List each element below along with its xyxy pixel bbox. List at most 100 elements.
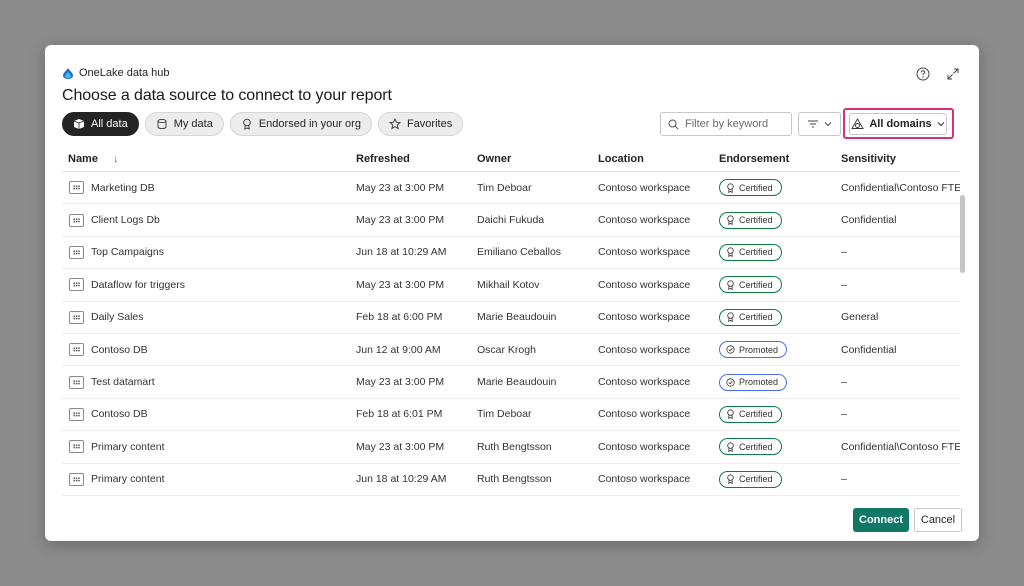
cell-location: Contoso workspace <box>598 408 691 421</box>
cell-endorsement: Certified <box>719 243 841 261</box>
endorsement-badge: Certified <box>719 179 782 197</box>
onelake-logo-icon <box>63 67 73 79</box>
cell-owner: Oscar Krogh <box>477 343 536 356</box>
cell-sensitivity: Confidential\Contoso FTE <box>841 181 960 194</box>
sort-down-icon[interactable]: ↓ <box>113 153 119 165</box>
cell-sensitivity: Confidential <box>841 214 897 227</box>
endorsement-badge: Certified <box>719 211 782 229</box>
table-row[interactable]: Contoso DB Jun 12 at 9:00 AM Oscar Krogh Co… <box>62 334 960 367</box>
table-row[interactable]: Contoso DB Feb 18 at 6:01 PM Tim Deboar Con… <box>62 399 960 432</box>
endorsement-badge: Promoted <box>719 373 788 391</box>
cell-refreshed: Feb 18 at 6:00 PM <box>356 311 443 324</box>
filter-pills: All data My data Endorsed in your org Fa… <box>62 112 464 136</box>
cell-sensitivity: – <box>841 376 847 389</box>
cell-location: Contoso workspace <box>598 440 691 453</box>
pill-my-data[interactable]: My data <box>144 112 224 136</box>
search-icon <box>668 119 679 129</box>
connect-button[interactable]: Connect <box>853 508 909 532</box>
cell-location: Contoso workspace <box>598 181 691 194</box>
cell-owner: Ruth Bengtsson <box>477 440 552 453</box>
domains-label: All domains <box>869 118 932 130</box>
table-row[interactable]: Top Campaigns Jun 18 at 10:29 AM Emiliano … <box>62 237 960 270</box>
item-name: Dataflow for triggers <box>91 278 185 291</box>
pill-label: Favorites <box>406 118 453 130</box>
table-row[interactable]: Dataflow for triggers May 23 at 3:00 PM Mi… <box>62 269 960 302</box>
pill-label: My data <box>173 118 213 130</box>
item-name: Daily Sales <box>91 311 144 324</box>
promoted-icon <box>726 377 735 387</box>
cell-owner: Mikhail Kotov <box>477 278 540 291</box>
help-icon[interactable] <box>915 66 931 82</box>
cell-refreshed: May 23 at 3:00 PM <box>356 214 445 227</box>
table-row[interactable]: Primary content Jun 18 at 10:29 AM Ruth Be… <box>62 464 960 496</box>
table-row[interactable]: Marketing DB May 23 at 3:00 PM Tim Deboar C… <box>62 172 960 205</box>
cell-endorsement: Certified <box>719 211 841 229</box>
cell-owner: Daichi Fukuda <box>477 214 545 227</box>
item-name: Contoso DB <box>91 408 148 421</box>
cell-refreshed: Feb 18 at 6:01 PM <box>356 408 443 421</box>
cell-name: Test datamart <box>62 375 356 389</box>
table-row[interactable]: Test datamart May 23 at 3:00 PM Marie Beau… <box>62 366 960 399</box>
table-row[interactable]: Daily Sales Feb 18 at 6:00 PM Marie Beaudo… <box>62 302 960 334</box>
cell-refreshed: Jun 18 at 10:29 AM <box>356 246 447 259</box>
semantic-model-icon <box>69 181 84 195</box>
filter-icon <box>808 120 818 128</box>
cell-endorsement: Certified <box>719 438 841 456</box>
cell-location: Contoso workspace <box>598 214 691 227</box>
column-header-endorsement[interactable]: Endorsement <box>719 153 841 165</box>
cell-name: Contoso DB <box>62 343 356 357</box>
hub-header: OneLake data hub <box>63 67 170 79</box>
column-header-refreshed[interactable]: Refreshed <box>356 153 477 165</box>
semantic-model-icon <box>69 440 84 454</box>
item-name: Contoso DB <box>91 343 148 356</box>
cancel-button[interactable]: Cancel <box>914 508 962 532</box>
expand-icon[interactable] <box>945 66 961 82</box>
all-domains-dropdown[interactable]: All domains <box>849 113 947 135</box>
all-data-icon <box>73 119 85 129</box>
pill-endorsed[interactable]: Endorsed in your org <box>229 112 372 136</box>
certified-icon <box>727 409 734 420</box>
hub-label: OneLake data hub <box>79 67 170 79</box>
table-row[interactable]: Client Logs Db May 23 at 3:00 PM Daichi Fu… <box>62 204 960 237</box>
certified-icon <box>727 442 734 452</box>
data-hub-dialog: OneLake data hub Choose a data source to… <box>45 45 979 541</box>
column-header-owner[interactable]: Owner <box>477 153 598 165</box>
endorsement-badge: Certified <box>719 308 782 326</box>
cell-location: Contoso workspace <box>598 376 691 389</box>
cell-name: Marketing DB <box>62 181 356 195</box>
cell-owner: Marie Beaudouin <box>477 311 557 324</box>
cell-refreshed: Jun 12 at 9:00 AM <box>356 343 441 356</box>
certified-icon <box>727 183 734 193</box>
cell-name: Client Logs Db <box>62 213 356 227</box>
pill-all-data[interactable]: All data <box>62 112 139 136</box>
cell-endorsement: Certified <box>719 405 841 423</box>
cell-name: Daily Sales <box>62 310 356 324</box>
table-row[interactable]: Primary content May 23 at 3:00 PM Ruth Ben… <box>62 431 960 464</box>
certified-icon <box>727 215 734 226</box>
vertical-scrollbar[interactable] <box>960 195 965 273</box>
filter-button[interactable] <box>798 112 841 136</box>
cell-owner: Emiliano Ceballos <box>477 246 562 259</box>
cell-owner: Marie Beaudouin <box>477 376 557 389</box>
column-header-location[interactable]: Location <box>598 153 719 165</box>
column-header-sensitivity[interactable]: Sensitivity <box>841 153 960 165</box>
cell-sensitivity: – <box>841 408 847 421</box>
cell-sensitivity: – <box>841 278 847 291</box>
endorsement-badge: Certified <box>719 470 782 488</box>
semantic-model-icon <box>69 213 84 227</box>
column-header-name[interactable]: Name ↓ <box>62 153 356 165</box>
cell-refreshed: May 23 at 3:00 PM <box>356 278 445 291</box>
cell-refreshed: Jun 18 at 10:29 AM <box>356 473 447 486</box>
certified-icon <box>727 247 734 258</box>
pill-favorites[interactable]: Favorites <box>377 112 464 136</box>
endorsement-badge: Certified <box>719 276 782 294</box>
ribbon-icon <box>243 118 251 130</box>
cell-sensitivity: General <box>841 311 879 324</box>
item-name: Marketing DB <box>91 181 155 194</box>
semantic-model-icon <box>69 375 84 389</box>
semantic-model-icon <box>69 472 84 486</box>
cell-owner: Tim Deboar <box>477 408 532 421</box>
item-name: Primary content <box>91 473 165 486</box>
semantic-model-icon <box>69 343 84 357</box>
search-input[interactable]: Filter by keyword <box>660 112 792 136</box>
